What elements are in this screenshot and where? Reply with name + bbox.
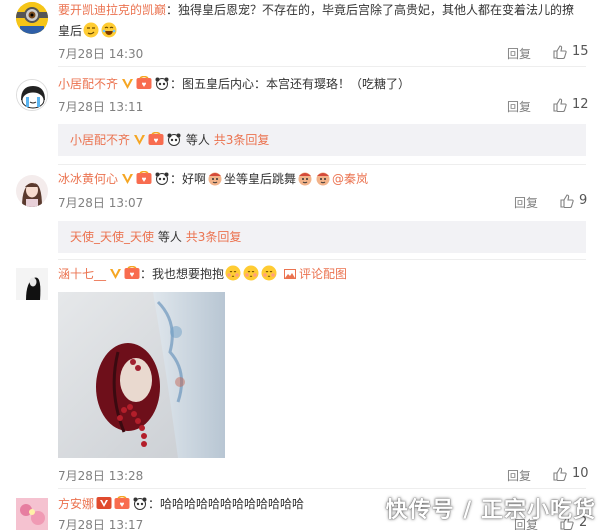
pink-flower-avatar[interactable] [16,498,48,530]
comment-image-link[interactable]: 评论配图 [284,267,347,281]
like-button[interactable]: 9 [560,193,587,208]
comment-text: 冰冰黄何心 ♥ ：好啊 坐等皇后跳舞 @秦岚 [58,169,586,190]
minion-avatar[interactable] [16,2,48,34]
blush-emoji-icon [260,265,278,281]
svg-text:♥: ♥ [120,500,125,509]
comment-username[interactable]: 冰冰黄何心 [58,172,118,186]
verified-v-icon [122,79,134,89]
comment-time: 7月28日 13:07 [58,196,144,210]
panda-icon [155,172,169,185]
like-button[interactable]: 10 [553,466,589,481]
svg-text:♥: ♥ [142,175,147,184]
crying-face-avatar[interactable] [16,79,48,111]
comment-body: ：好啊 [170,172,207,186]
dancing-emoji-icon [314,172,332,186]
divider [58,66,586,67]
comment-body: ：图五皇后内心：本宫还有璎珞！（吃糖了） [170,77,411,91]
panda-icon [167,133,181,146]
blush-emoji-icon [224,265,242,281]
fan-badge-icon: ♥ [136,76,152,89]
comment-time: 7月28日 13:28 [58,469,144,483]
comment-time: 7月28日 14:30 [58,47,144,61]
thumbs-up-icon [553,44,567,59]
vip-v-badge-icon [96,497,112,509]
laugh-cry-emoji-icon [100,22,118,38]
verified-v-icon [110,269,122,279]
comment-image-link-label: 评论配图 [299,267,348,281]
thumbs-up-icon [560,193,574,208]
comment-username[interactable]: 要开凯迪拉克的凯巅 [58,3,166,17]
girl-photo-avatar[interactable] [16,175,48,207]
fan-badge-icon: ♥ [148,132,164,145]
like-count: 12 [572,97,589,112]
divider [58,164,586,165]
divider [58,259,586,260]
sub-reply-username[interactable]: 小居配不齐 [70,133,130,147]
like-count: 10 [572,466,589,481]
smirk-emoji-icon [82,22,100,38]
comment-body: ：哈哈哈哈哈哈哈哈哈哈哈哈 [148,497,305,511]
dancing-emoji-icon [296,172,314,186]
verified-v-icon [134,135,146,145]
comment-username[interactable]: 涵十七__ [58,267,106,281]
fan-badge-icon: ♥ [114,496,130,509]
more-replies-link[interactable]: 共3条回复 [214,133,270,147]
reply-button[interactable]: 回复 [507,45,531,62]
comment-body-2: 坐等皇后跳舞 [224,172,297,186]
sub-replies-box[interactable]: 小居配不齐 ♥ 等人 共3条回复 [58,124,586,156]
watermark: 快传号 / 正宗小吃货 [385,498,596,523]
comment-photo[interactable] [58,292,225,458]
sub-reply-text: 等人 [157,230,182,244]
sub-reply-text: 等人 [185,133,210,147]
more-replies-link[interactable]: 共3条回复 [186,230,242,244]
dancing-emoji-icon [206,172,224,186]
divider [58,488,586,489]
picture-icon [284,269,297,279]
sub-reply-username[interactable]: 天使_天使_天使 [70,230,154,244]
mention-link[interactable]: @秦岚 [332,172,368,186]
comment-text: 涵十七__ ♥ ：我也想要抱抱 评论配图 [58,264,586,285]
sub-replies-box[interactable]: 天使_天使_天使 等人 共3条回复 [58,221,586,253]
blush-emoji-icon [242,265,260,281]
svg-text:♥: ♥ [142,80,147,89]
thumbs-up-icon [553,97,567,112]
comment-time: 7月28日 13:11 [58,100,144,114]
verified-v-icon [122,174,134,184]
reply-button[interactable]: 回复 [514,194,538,211]
like-button[interactable]: 12 [553,97,589,112]
comment-username[interactable]: 小居配不齐 [58,77,118,91]
fan-badge-icon: ♥ [124,266,140,279]
panda-icon [133,497,147,510]
reply-button[interactable]: 回复 [507,98,531,115]
svg-text:♥: ♥ [154,136,159,145]
comment-body: ：我也想要抱抱 [140,267,225,281]
comment-time: 7月28日 13:17 [58,518,144,530]
svg-text:♥: ♥ [130,270,135,279]
comment-text: 要开凯迪拉克的凯巅：独得皇后恩宠？不存在的，毕竟后宫除了高贵妃，其他人都在变着法… [58,0,586,42]
fan-badge-icon: ♥ [136,171,152,184]
reply-button[interactable]: 回复 [507,467,531,484]
like-count: 9 [579,193,588,208]
black-white-avatar[interactable] [16,268,48,300]
panda-icon [155,77,169,90]
like-count: 15 [572,44,589,59]
comment-text: 小居配不齐 ♥ ：图五皇后内心：本宫还有璎珞！（吃糖了） [58,74,586,95]
like-button[interactable]: 15 [553,44,589,59]
thumbs-up-icon [553,466,567,481]
comment-username[interactable]: 方安娜 [58,497,94,511]
